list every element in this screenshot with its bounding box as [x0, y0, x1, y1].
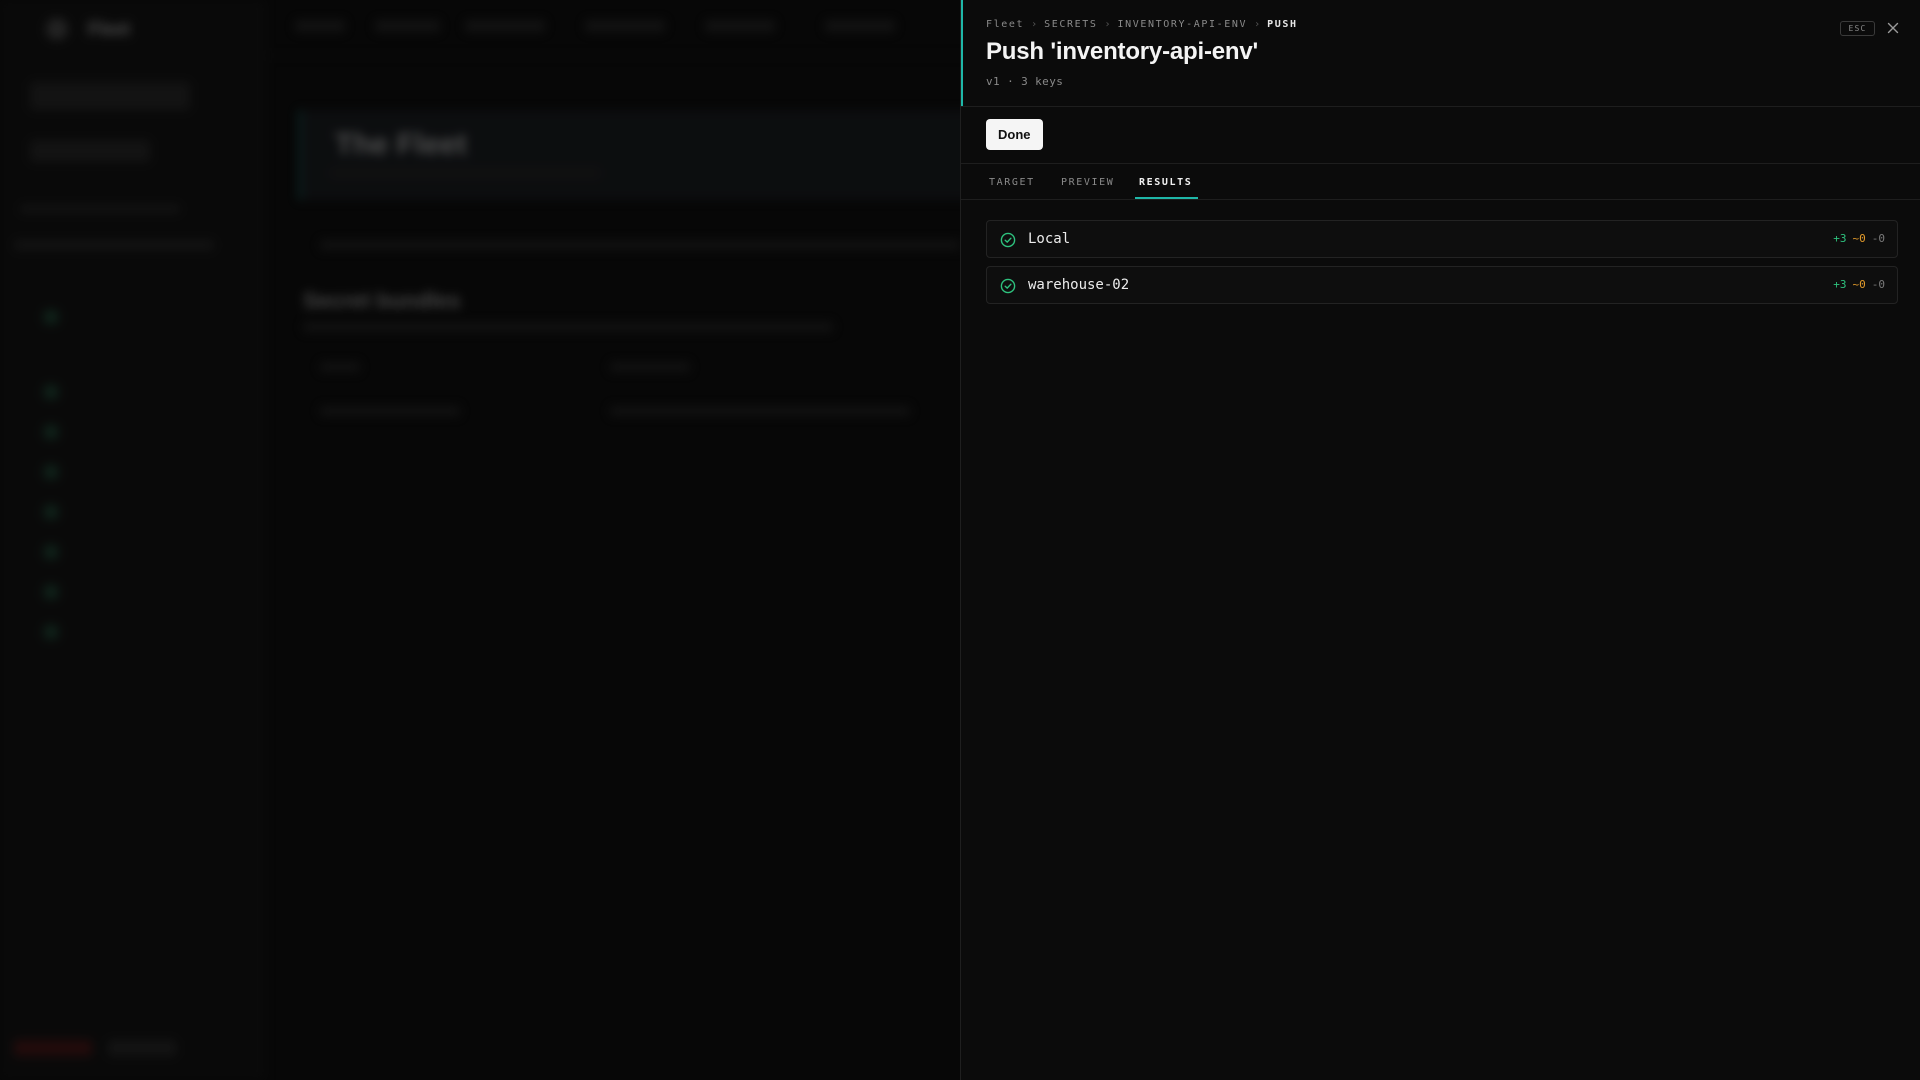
background-sidebar-icon: [44, 505, 58, 519]
result-row-local[interactable]: Local +3 ~0 -0: [986, 220, 1898, 258]
background-nav-item: [705, 20, 775, 32]
result-diff-stats: +3 ~0 -0: [1833, 278, 1885, 291]
tab-results[interactable]: RESULTS: [1139, 164, 1192, 200]
drawer-header: Fleet › SECRETS › INVENTORY-API-ENV › PU…: [961, 0, 1920, 107]
background-text-line: [330, 168, 600, 178]
tab-preview[interactable]: PREVIEW: [1061, 164, 1114, 200]
background-text-line: [303, 322, 833, 332]
keys-modified-count: ~0: [1852, 232, 1866, 245]
background-filter-row: [320, 240, 960, 250]
breadcrumb-separator-icon: ›: [1104, 19, 1111, 30]
background-status-chip: [14, 1040, 92, 1056]
background-table-cell: [320, 406, 460, 416]
breadcrumb-secret-name[interactable]: INVENTORY-API-ENV: [1118, 19, 1248, 30]
close-button[interactable]: [1883, 18, 1903, 38]
breadcrumb-secrets[interactable]: SECRETS: [1044, 19, 1097, 30]
active-tab-indicator: [1135, 197, 1198, 199]
keys-removed-count: -0: [1871, 278, 1885, 291]
check-circle-icon: [1000, 278, 1016, 294]
background-nav-item: [375, 20, 440, 32]
push-drawer: Fleet › SECRETS › INVENTORY-API-ENV › PU…: [960, 0, 1920, 1080]
app-logo-icon: [46, 18, 68, 40]
breadcrumb-separator-icon: ›: [1031, 19, 1038, 30]
background-sidebar-icon: [44, 545, 58, 559]
background-sidebar-icon: [44, 585, 58, 599]
check-circle-icon: [1000, 232, 1016, 248]
result-row-warehouse-02[interactable]: warehouse-02 +3 ~0 -0: [986, 266, 1898, 304]
background-table-header: [610, 362, 690, 372]
drawer-accent-bar: [961, 0, 963, 106]
drawer-title: Push 'inventory-api-env': [986, 38, 1258, 65]
breadcrumb-separator-icon: ›: [1254, 19, 1261, 30]
keys-modified-count: ~0: [1852, 278, 1866, 291]
background-status-chip: [108, 1040, 176, 1056]
result-target-name: warehouse-02: [1028, 277, 1130, 293]
background-sidebar-heading: [20, 205, 180, 213]
background-hero-title: The Fleet: [335, 128, 467, 161]
background-table-header: [320, 362, 360, 372]
result-diff-stats: +3 ~0 -0: [1833, 232, 1885, 245]
background-nav-item: [295, 20, 345, 32]
drawer-action-bar: Done: [961, 107, 1920, 164]
keys-added-count: +3: [1833, 278, 1847, 291]
tab-target[interactable]: TARGET: [989, 164, 1035, 200]
result-target-name: Local: [1028, 231, 1071, 247]
background-nav-item: [465, 20, 545, 32]
background-sidebar-icon: [44, 310, 58, 324]
background-sidebar-icon: [44, 625, 58, 639]
background-section-title: Secret bundles: [303, 288, 461, 313]
keys-added-count: +3: [1833, 232, 1847, 245]
keys-removed-count: -0: [1871, 232, 1885, 245]
drawer-meta: v1 · 3 keys: [986, 75, 1064, 88]
close-icon: [1887, 22, 1899, 34]
background-nav-item: [825, 20, 895, 32]
background-sidebar-icon: [44, 385, 58, 399]
background-table-cell: [610, 406, 910, 416]
breadcrumb-fleet[interactable]: Fleet: [986, 19, 1024, 30]
breadcrumb-current: PUSH: [1267, 19, 1298, 30]
done-button[interactable]: Done: [986, 119, 1043, 150]
background-sidebar-icon: [44, 425, 58, 439]
drawer-tabs: TARGET PREVIEW RESULTS: [961, 164, 1920, 200]
background-workspace-switcher: [30, 82, 190, 110]
background-sidebar-icon: [44, 465, 58, 479]
background-sidebar: Fleet: [0, 0, 265, 1080]
breadcrumb: Fleet › SECRETS › INVENTORY-API-ENV › PU…: [986, 19, 1298, 30]
background-sidebar-filters: [14, 240, 214, 250]
esc-key-hint: ESC: [1840, 21, 1875, 36]
background-search: [30, 140, 150, 162]
background-nav-item: [585, 20, 665, 32]
app-name: Fleet: [88, 19, 131, 39]
